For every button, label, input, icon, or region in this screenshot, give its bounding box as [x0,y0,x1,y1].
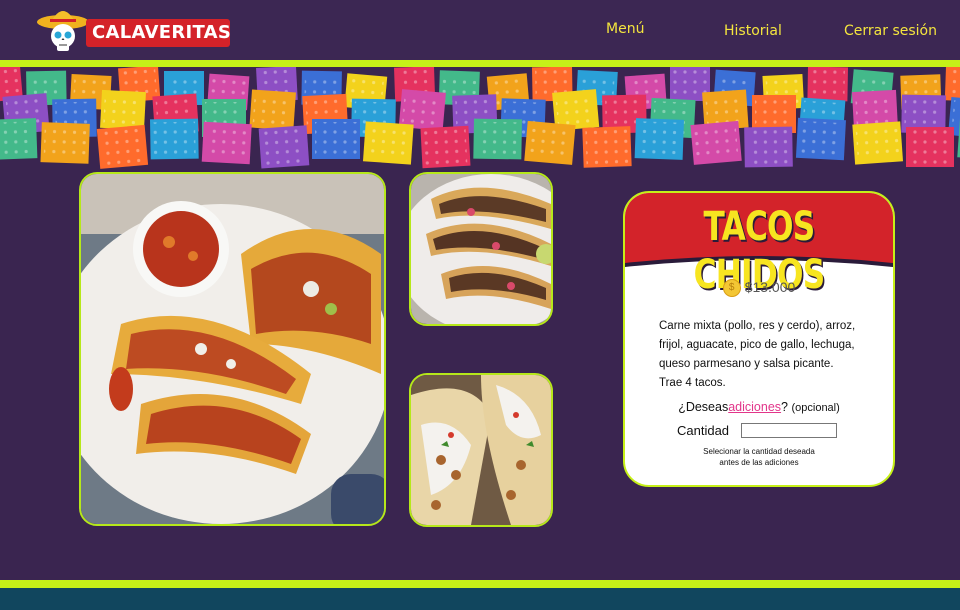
top-accent-stripe [0,60,960,67]
papel-picado-cutout [366,124,411,162]
papel-picado-cutout [204,124,249,162]
price-row: $ $13.000 [625,279,893,298]
papel-picado-cutout [947,69,960,99]
description-line: Carne mixta (pollo, res y cerdo), arroz, [659,320,856,332]
addons-prefix: ¿Deseas [678,400,729,414]
product-photo-secondary-bottom [409,373,553,527]
papel-picado-cutout [909,130,951,164]
papel-picado-cutout [855,124,900,162]
quantity-note: Selecionar la cantidad deseada antes de … [625,446,893,468]
bottom-accent-stripe [0,580,960,588]
papel-picado-cutout [103,93,143,127]
papel-picado-cutout [904,97,943,131]
description-line: queso parmesano y salsa picante. [659,358,834,370]
papel-picado-cutout [476,121,519,157]
nav-menu-link[interactable]: Menú [606,21,644,37]
description-line: Trae 4 tacos. [659,377,726,389]
card-header: TACOS CHIDOS [625,193,893,298]
product-photo-secondary-top [409,172,553,326]
papel-picado-cutout [637,121,681,157]
brand-name: CALAVERITAS [92,22,232,43]
papel-picado-cutout [153,121,196,157]
top-navbar: CALAVERITAS Menú Historial Cerrar sesión [0,0,960,60]
quantity-input[interactable] [741,423,837,438]
papel-picado-cutout [585,129,629,165]
quantity-label: Cantidad [677,423,730,438]
product-photo-main [79,172,386,526]
addons-row: ¿Deseasadiciones? (opcional) [625,400,893,414]
papel-picado-cutout [527,124,573,162]
papel-picado-decoration [0,67,960,169]
papel-picado-cutout [0,121,35,157]
product-price: $13.000 [744,279,796,295]
papel-picado-cutout [799,120,843,158]
nav-history-link[interactable]: Historial [724,23,782,39]
product-section: TACOS CHIDOS $ $13.000 Carne mixta (pollo… [0,172,960,580]
note-line: Selecionar la cantidad deseada [703,447,815,456]
addons-suffix: ? [781,400,788,414]
papel-picado-cutout [252,92,293,128]
papel-picado-cutout [315,122,357,156]
papel-picado-cutout [261,128,307,166]
papel-picado-cutout [0,68,20,100]
footer-bar [0,588,960,610]
papel-picado-banner [0,67,960,172]
papel-picado-cutout [423,128,468,166]
papel-picado-cutout [810,69,845,99]
coin-icon: $ [722,279,741,298]
papel-picado-cutout [402,92,443,128]
addons-link[interactable]: adiciones [728,400,781,414]
papel-picado-cutout [673,70,707,98]
papel-picado-cutout [43,125,87,161]
papel-picado-cutout [555,92,596,128]
brand-logo[interactable]: CALAVERITAS [36,6,231,52]
papel-picado-cutout [755,98,793,130]
addons-optional-label: (opcional) [791,402,840,414]
papel-picado-cutout [855,93,895,127]
description-line: frijol, aguacate, pico de gallo, lechuga… [659,339,855,351]
nav-logout-link[interactable]: Cerrar sesión [844,23,937,39]
note-line: antes de las adiciones [719,458,799,467]
papel-picado-cutout [100,128,145,166]
product-card: TACOS CHIDOS $ $13.000 Carne mixta (pollo… [623,191,895,487]
papel-picado-cutout [747,129,790,165]
papel-picado-cutout [693,124,739,162]
product-description: Carne mixta (pollo, res y cerdo), arroz,… [659,317,865,393]
